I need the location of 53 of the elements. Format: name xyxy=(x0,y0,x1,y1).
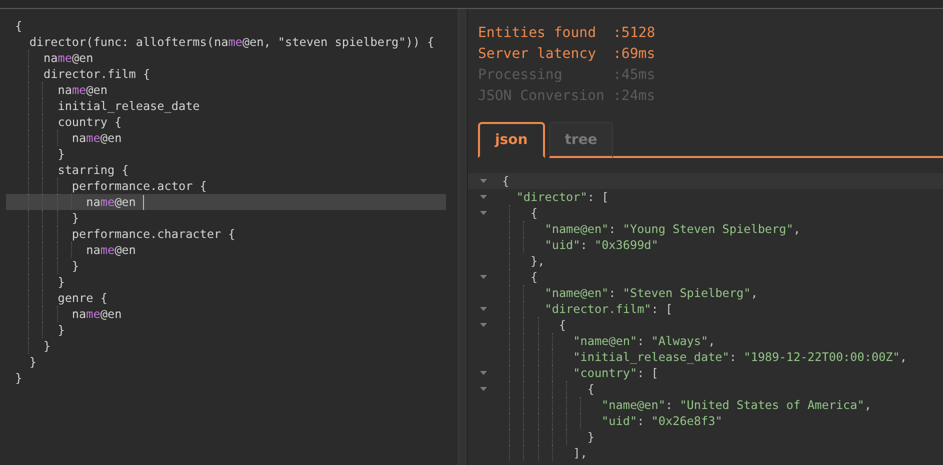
json-line: { xyxy=(495,381,594,397)
json-line: }, xyxy=(495,253,545,269)
json-line: "uid": "0x26e8f3" xyxy=(495,413,722,429)
fold-arrow-icon[interactable] xyxy=(480,307,487,311)
fold-arrow-icon[interactable] xyxy=(480,179,487,183)
code-line: performance.character { xyxy=(6,226,446,242)
json-line: "name@en": "Steven Spielberg", xyxy=(495,285,758,301)
stat-value: :5128 xyxy=(613,24,656,43)
fold-arrow-icon[interactable] xyxy=(480,211,487,215)
fold-arrow-icon[interactable] xyxy=(480,371,487,375)
code-line: director(func: allofterms(name@en, "steven spielberg")) { xyxy=(28,34,436,50)
stat-label: Server latency xyxy=(478,45,598,64)
code-line: name@en xyxy=(6,130,446,146)
code-line: director.film { xyxy=(6,66,446,82)
json-line: "director.film": [ xyxy=(495,301,673,317)
code-line: country { xyxy=(6,114,446,130)
code-line: starring { xyxy=(6,162,446,178)
fold-arrow-icon[interactable] xyxy=(480,323,487,327)
json-line: ], xyxy=(495,445,588,461)
code-line: name@en xyxy=(6,242,446,258)
code-line: } xyxy=(6,338,446,354)
code-line: } xyxy=(6,274,446,290)
json-line: { xyxy=(495,317,566,333)
code-line: name@en xyxy=(6,306,446,322)
fold-arrow-icon[interactable] xyxy=(480,195,487,199)
fold-arrow-icon[interactable] xyxy=(480,275,487,279)
json-line: { xyxy=(495,205,538,221)
code-line: } xyxy=(6,146,446,162)
json-line: "uid": "0x3699d" xyxy=(495,237,658,253)
fold-arrow-icon[interactable] xyxy=(480,387,487,391)
json-line: "name@en": "Always", xyxy=(495,333,716,349)
code-line: } xyxy=(28,354,38,370)
json-line: { xyxy=(501,173,510,189)
json-line: "name@en": "Young Steven Spielberg", xyxy=(495,221,800,237)
json-line: "initial_release_date": "1989-12-22T00:00:00Z", xyxy=(495,349,907,365)
code-line: name@en xyxy=(6,82,446,98)
code-line: } xyxy=(14,370,24,386)
json-line: "country": [ xyxy=(495,365,658,381)
stat-label: Entities found xyxy=(478,24,598,43)
code-line: } xyxy=(6,322,446,338)
json-line: "director": [ xyxy=(515,189,609,205)
json-line: { xyxy=(495,269,538,285)
tab[interactable]: tree xyxy=(548,122,614,158)
code-line: name@en xyxy=(6,50,446,66)
code-line: genre { xyxy=(6,290,446,306)
json-line: "name@en": "United States of America", xyxy=(495,397,872,413)
json-line: } xyxy=(495,429,594,445)
code-line: { xyxy=(14,18,24,34)
code-line: initial_release_date xyxy=(6,98,446,114)
code-line: } xyxy=(6,258,446,274)
stat-value: :69ms xyxy=(613,45,656,64)
code-line: } xyxy=(6,210,446,226)
tab[interactable]: json xyxy=(478,122,545,158)
